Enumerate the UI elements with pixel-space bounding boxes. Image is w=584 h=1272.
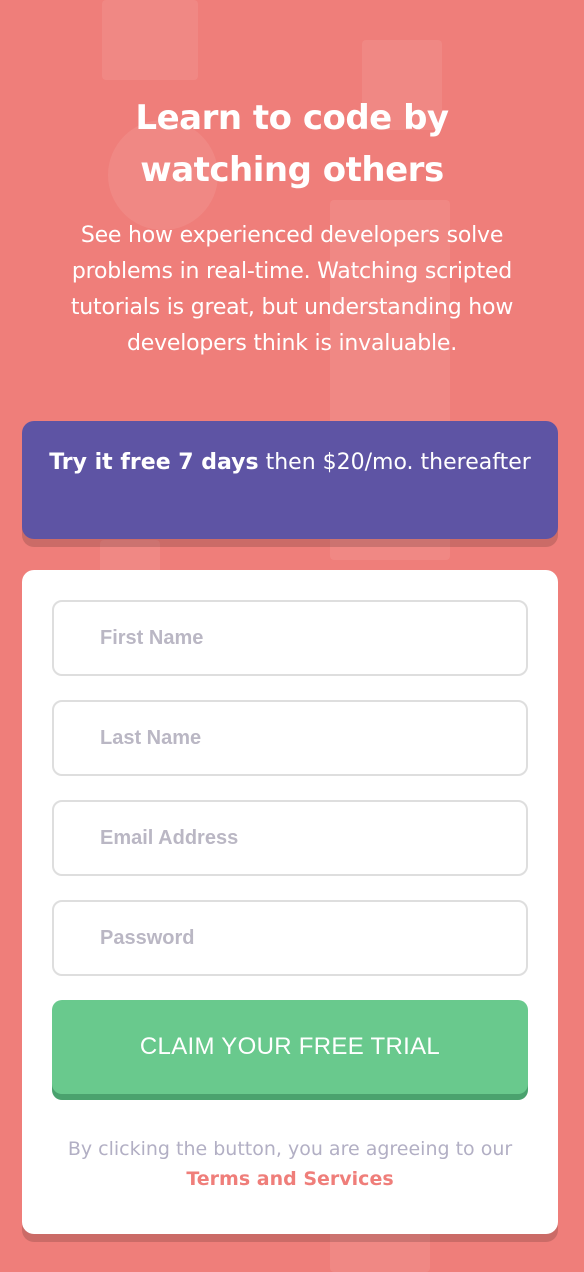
last-name-input[interactable] [100, 726, 526, 750]
password-field [52, 900, 528, 976]
pricing-trial-text: Try it free 7 days [49, 450, 259, 475]
pricing-banner: Try it free 7 days then $20/mo. thereaft… [22, 421, 558, 539]
hero-section: Learn to code by watching others See how… [0, 92, 584, 362]
page-title: Learn to code by watching others [135, 98, 449, 190]
claim-trial-button[interactable]: CLAIM YOUR FREE TRIAL [52, 1000, 528, 1094]
pricing-price-text: then $20/mo. thereafter [258, 450, 531, 475]
hero-description: See how experienced developers solve pro… [70, 223, 514, 356]
signup-form: CLAIM YOUR FREE TRIAL By clicking the bu… [22, 570, 558, 1234]
email-field [52, 800, 528, 876]
last-name-field [52, 700, 528, 776]
terms-link[interactable]: Terms and Services [186, 1168, 393, 1190]
terms-prefix: By clicking the button, you are agreeing… [67, 1138, 513, 1160]
first-name-input[interactable] [100, 626, 526, 650]
first-name-field [52, 600, 528, 676]
email-input[interactable] [100, 826, 526, 850]
terms-notice: By clicking the button, you are agreeing… [52, 1134, 528, 1194]
password-input[interactable] [100, 926, 526, 950]
